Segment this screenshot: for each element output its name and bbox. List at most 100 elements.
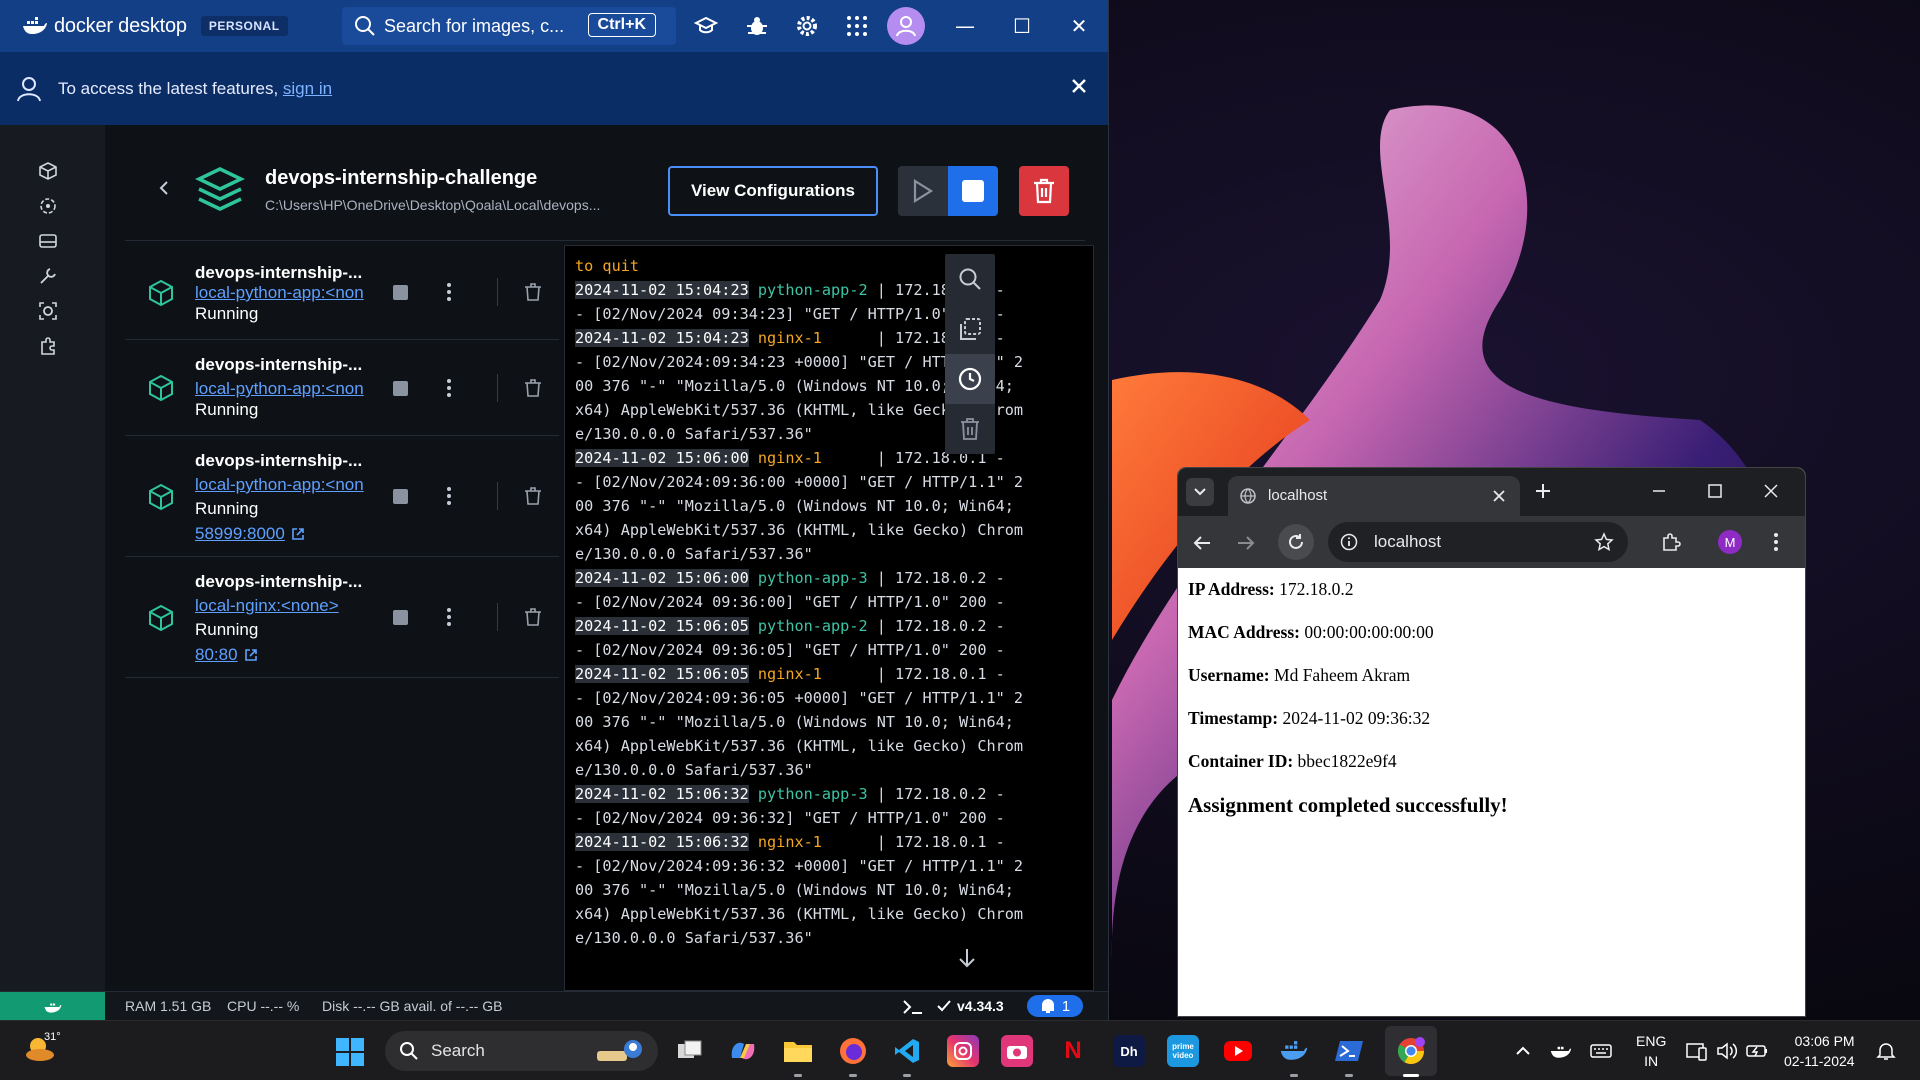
youtube-icon[interactable]	[1222, 1035, 1254, 1067]
chrome-taskbar-icon[interactable]	[1395, 1035, 1427, 1077]
extensions-puzzle-icon[interactable]	[1660, 531, 1682, 553]
container-name[interactable]: devops-internship-...	[195, 572, 375, 592]
trash-icon[interactable]	[524, 283, 542, 301]
browser-tab[interactable]: localhost	[1228, 476, 1520, 516]
container-row[interactable]: devops-internship-... local-python-app:<…	[125, 340, 559, 436]
port-link[interactable]: 58999:8000	[195, 524, 305, 544]
gear-icon[interactable]	[795, 14, 819, 38]
new-tab-icon[interactable]	[1534, 482, 1552, 500]
address-bar[interactable]: localhost	[1328, 522, 1628, 562]
more-options-icon[interactable]	[447, 608, 451, 626]
delete-project-button[interactable]	[1019, 166, 1069, 216]
builds-wrench-icon[interactable]	[38, 266, 58, 286]
docker-taskbar-icon[interactable]	[1278, 1035, 1310, 1077]
more-options-icon[interactable]	[447, 379, 451, 397]
phone-link-icon[interactable]	[1686, 1041, 1708, 1061]
start-button[interactable]	[898, 166, 948, 216]
more-options-icon[interactable]	[447, 487, 451, 505]
container-image-link[interactable]: local-nginx:<none>	[195, 596, 375, 616]
notifications-button[interactable]: 1	[1027, 995, 1083, 1017]
container-row[interactable]: devops-internship-... local-nginx:<none>…	[125, 557, 559, 678]
hotstar-icon[interactable]: Dh	[1113, 1035, 1145, 1067]
learning-center-icon[interactable]	[694, 14, 718, 38]
menu-kebab-icon[interactable]	[1774, 532, 1778, 552]
netflix-icon[interactable]: N	[1057, 1035, 1089, 1067]
profile-avatar[interactable]: M	[1718, 530, 1742, 554]
banner-close-icon[interactable]	[1069, 76, 1089, 96]
view-configurations-button[interactable]: View Configurations	[668, 166, 878, 216]
sign-in-link[interactable]: sign in	[283, 79, 332, 98]
terminal-icon[interactable]	[902, 999, 924, 1015]
minimize-button[interactable]: —	[951, 12, 979, 40]
taskbar-search[interactable]: Search	[385, 1031, 658, 1071]
volumes-icon[interactable]	[38, 231, 58, 251]
extensions-icon[interactable]	[38, 336, 58, 356]
account-avatar[interactable]	[887, 7, 925, 45]
site-info-icon[interactable]	[1340, 533, 1358, 551]
container-row[interactable]: devops-internship-... local-python-app:<…	[125, 436, 559, 557]
camera-app-icon[interactable]	[1001, 1035, 1033, 1067]
container-image-link[interactable]: local-python-app:<non	[195, 379, 375, 399]
reload-button[interactable]	[1278, 524, 1314, 560]
images-icon[interactable]	[38, 196, 58, 216]
clock[interactable]: 03:06 PM 02-11-2024	[1784, 1031, 1855, 1071]
close-icon[interactable]	[1762, 482, 1780, 500]
docker-tray-icon[interactable]	[1550, 1041, 1572, 1061]
copilot-icon[interactable]	[727, 1035, 759, 1067]
bookmark-star-icon[interactable]	[1594, 532, 1614, 552]
stop-button[interactable]	[948, 166, 998, 216]
tab-search-button[interactable]	[1186, 478, 1214, 506]
containers-icon[interactable]	[38, 161, 58, 181]
trash-icon[interactable]	[524, 379, 542, 397]
instagram-icon[interactable]	[947, 1035, 979, 1067]
vscode-icon[interactable]	[891, 1035, 923, 1077]
container-stop-button[interactable]	[393, 489, 408, 504]
container-row[interactable]: devops-internship-... local-python-app:<…	[125, 245, 559, 340]
more-options-icon[interactable]	[447, 283, 451, 301]
task-view-icon[interactable]	[674, 1035, 706, 1067]
global-search[interactable]: Search for images, c... Ctrl+K	[342, 7, 676, 45]
engine-status[interactable]	[0, 992, 105, 1020]
chevron-left-icon[interactable]	[157, 181, 171, 195]
close-tab-icon[interactable]	[1492, 489, 1506, 503]
maximize-button[interactable]: ☐	[1008, 12, 1036, 40]
firefox-icon[interactable]	[837, 1035, 869, 1077]
container-name[interactable]: devops-internship-...	[195, 263, 375, 283]
container-name[interactable]: devops-internship-...	[195, 451, 375, 471]
volume-icon[interactable]	[1716, 1041, 1738, 1061]
chevron-up-icon[interactable]	[1512, 1041, 1534, 1061]
success-message: Assignment completed successfully!	[1188, 793, 1508, 817]
language-indicator[interactable]: ENG IN	[1636, 1031, 1666, 1071]
trash-icon[interactable]	[524, 487, 542, 505]
minimize-icon[interactable]	[1650, 482, 1668, 500]
container-name[interactable]: devops-internship-...	[195, 355, 375, 375]
notification-bell-icon[interactable]	[1876, 1041, 1896, 1061]
copy-icon[interactable]	[958, 317, 982, 341]
close-button[interactable]: ✕	[1065, 12, 1093, 40]
port-link[interactable]: 80:80	[195, 645, 258, 665]
clock-icon[interactable]	[958, 367, 982, 391]
back-arrow-icon[interactable]	[1192, 533, 1212, 553]
container-image-link[interactable]: local-python-app:<non	[195, 283, 375, 303]
clear-logs-trash-icon[interactable]	[958, 417, 982, 441]
maximize-icon[interactable]	[1706, 482, 1724, 500]
extensions-grid-icon[interactable]	[845, 14, 869, 38]
bug-icon[interactable]	[745, 14, 769, 38]
log-panel[interactable]: to quit 2024-11-02 15:04:23 python-app-2…	[564, 245, 1094, 991]
container-image-link[interactable]: local-python-app:<non	[195, 475, 375, 495]
prime-video-icon[interactable]: prime video	[1167, 1035, 1199, 1067]
container-stop-button[interactable]	[393, 610, 408, 625]
trash-icon[interactable]	[524, 608, 542, 626]
scroll-to-bottom-icon[interactable]	[955, 946, 979, 970]
container-stop-button[interactable]	[393, 285, 408, 300]
forward-arrow-icon[interactable]	[1236, 533, 1256, 553]
powershell-icon[interactable]	[1333, 1035, 1365, 1077]
keyboard-icon[interactable]	[1590, 1041, 1612, 1061]
search-icon[interactable]	[958, 267, 982, 291]
weather-widget[interactable]: 31°	[24, 1031, 64, 1069]
file-explorer-icon[interactable]	[782, 1035, 814, 1077]
windows-start-icon[interactable]	[335, 1037, 365, 1067]
scout-icon[interactable]	[38, 301, 58, 321]
battery-icon[interactable]	[1746, 1041, 1768, 1061]
container-stop-button[interactable]	[393, 381, 408, 396]
